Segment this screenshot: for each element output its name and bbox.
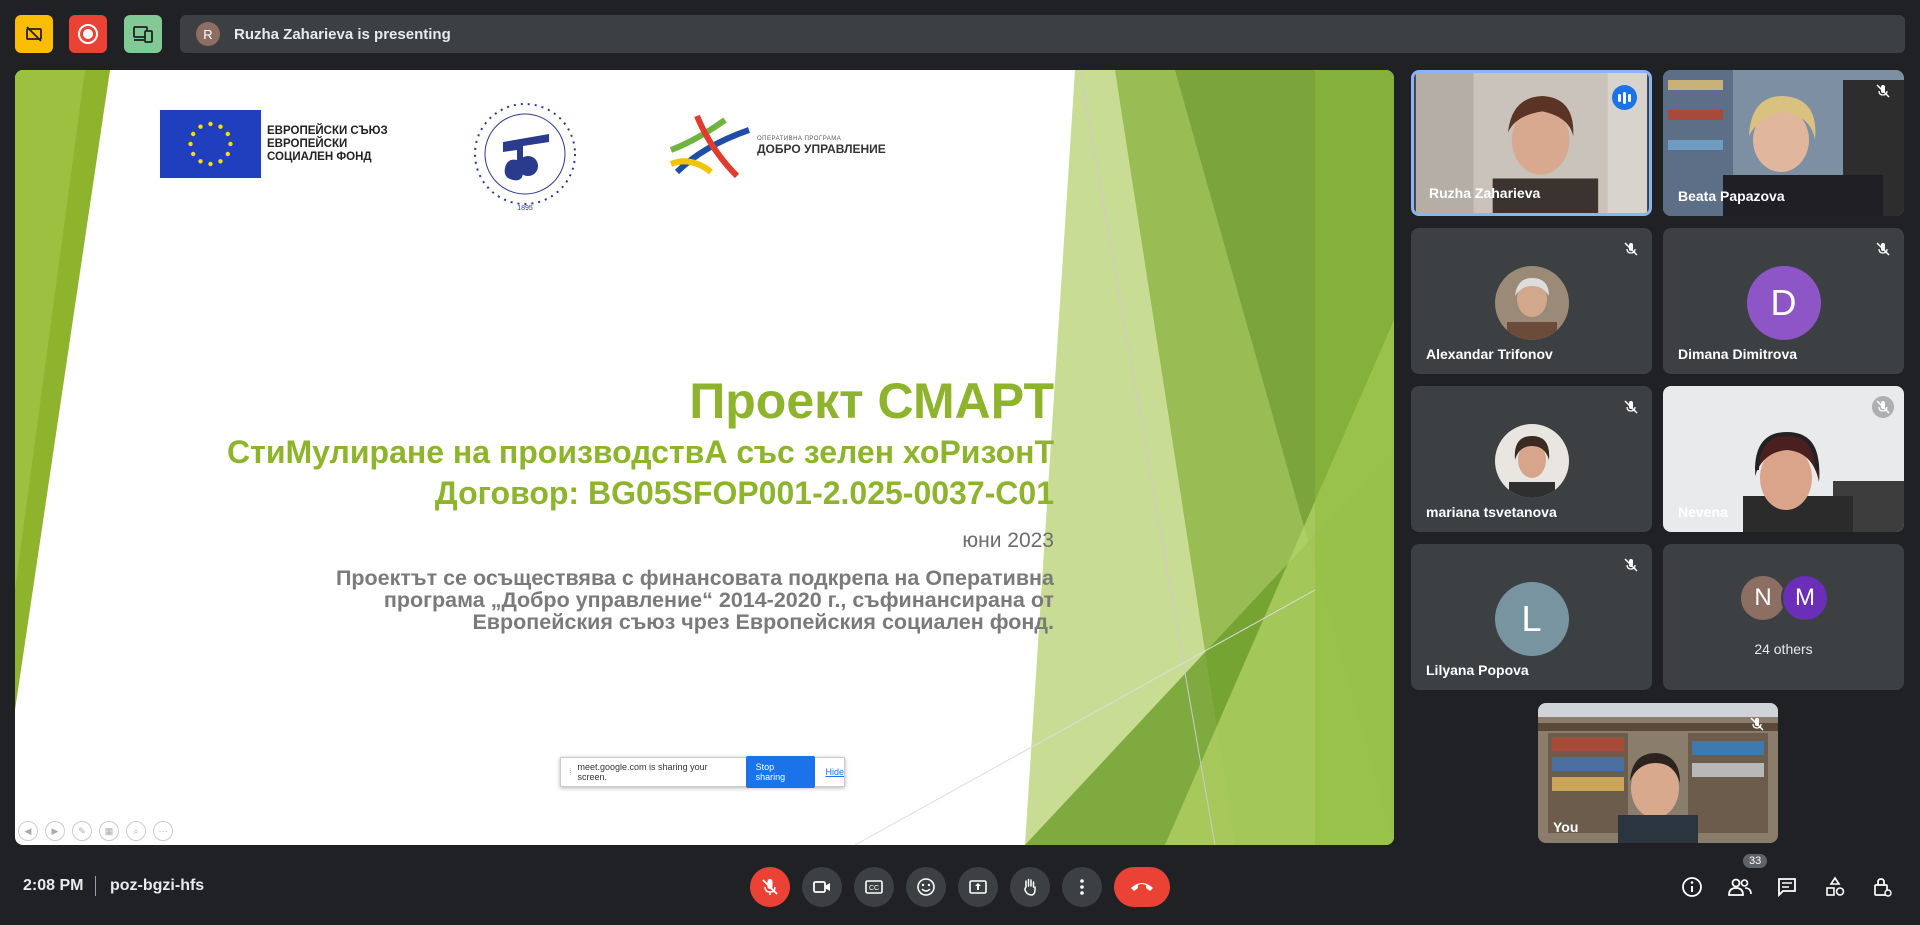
participant-name: Nevena (1678, 504, 1728, 520)
present-button[interactable] (958, 867, 998, 907)
participant-name: mariana tsvetanova (1426, 504, 1557, 520)
slides-grid-icon[interactable]: ▦ (99, 821, 119, 841)
record-icon[interactable] (69, 15, 107, 53)
more-options-button[interactable] (1062, 867, 1102, 907)
participant-tile-dimana[interactable]: D Dimana Dimitrova (1663, 228, 1904, 374)
slide-body-text: Проектът се осъществява с финансовата по… (335, 566, 1054, 634)
slide-title: Проект СМАРТ (689, 373, 1054, 429)
participant-tile-ruzha[interactable]: Ruzha Zaharieva (1411, 70, 1652, 216)
mic-off-icon (1872, 238, 1894, 260)
meeting-code: poz-bgzi-hfs (110, 877, 205, 894)
bottom-bar: 2:08 PM poz-bgzi-hfs CC 33 (0, 850, 1920, 925)
self-view-tile[interactable]: You (1538, 703, 1778, 843)
companion-icon[interactable] (124, 15, 162, 53)
clock: 2:08 PM (23, 877, 84, 894)
presenting-text: Ruzha Zaharieva is presenting (234, 25, 451, 43)
slide-date: юни 2023 (962, 529, 1054, 552)
activities-icon (1826, 876, 1845, 896)
people-icon (1728, 878, 1752, 896)
participant-tile-mariana[interactable]: mariana tsvetanova (1411, 386, 1652, 532)
mic-toggle-button[interactable] (750, 867, 790, 907)
share-notice-text: meet.google.com is sharing your screen. (577, 762, 708, 782)
chat-icon (1778, 878, 1796, 898)
mic-off-icon (1620, 396, 1642, 418)
divider (95, 876, 96, 896)
svg-text:CC: CC (869, 885, 879, 892)
eu-logo: ЕВРОПЕЙСКИ СЪЮЗ ЕВРОПЕЙСКИ СОЦИАЛЕН ФОНД (160, 110, 388, 178)
participant-avatar: D (1746, 266, 1821, 340)
mic-off-icon (762, 879, 778, 895)
participant-name: Beata Papazova (1678, 188, 1785, 204)
raise-hand-button[interactable] (1010, 867, 1050, 907)
participant-tile-lilyana[interactable]: L Lilyana Popova (1411, 544, 1652, 690)
people-count-badge: 33 (1743, 854, 1768, 868)
top-bar: R Ruzha Zaharieva is presenting (0, 0, 1920, 66)
presenter-avatar: R (196, 22, 220, 46)
hide-link[interactable]: Hide (825, 767, 844, 777)
emoji-icon (917, 878, 935, 896)
op-logo-big-text: ДОБРО УПРАВЛЕНИЕ (757, 142, 886, 156)
mic-off-icon (1620, 238, 1642, 260)
emoji-button[interactable] (906, 867, 946, 907)
people-button[interactable] (1724, 871, 1756, 903)
shared-screen-slide: ЕВРОПЕЙСКИ СЪЮЗ ЕВРОПЕЙСКИ СОЦИАЛЕН ФОНД… (15, 70, 1394, 845)
slide-more-icon[interactable]: ⋯ (153, 821, 173, 841)
seal-year: 1895 (517, 205, 533, 212)
meeting-info-button[interactable] (1676, 871, 1708, 903)
leave-call-button[interactable] (1114, 867, 1170, 907)
other-avatar: M (1781, 574, 1829, 622)
host-controls-button[interactable] (1866, 871, 1898, 903)
activities-button[interactable] (1819, 871, 1851, 903)
good-governance-logo: ОПЕРАТИВНА ПРОГРАМА ДОБРО УПРАВЛЕНИЕ (667, 110, 886, 182)
pen-icon[interactable]: ✎ (72, 821, 92, 841)
captions-button[interactable]: CC (854, 867, 894, 907)
eu-logo-text: ЕВРОПЕЙСКИ СЪЮЗ ЕВРОПЕЙСКИ СОЦИАЛЕН ФОНД (267, 124, 388, 163)
mic-off-icon (1872, 80, 1894, 102)
raise-hand-icon (1024, 878, 1036, 896)
others-label: 24 others (1754, 641, 1813, 657)
mic-off-icon (1872, 396, 1894, 418)
slide-subtitle: СтиМулиране на производствА със зелен хо… (227, 434, 1054, 470)
eu-flag-icon (160, 110, 261, 178)
screen-share-notice: ⁞ meet.google.com is sharing your screen… (560, 756, 845, 788)
drag-grip-icon[interactable]: ⁞ (569, 767, 572, 777)
present-icon (969, 880, 987, 894)
participant-avatar (1494, 424, 1569, 498)
hangup-icon (1131, 883, 1153, 891)
participant-avatar: L (1494, 582, 1569, 656)
other-avatar: N (1739, 574, 1787, 622)
participant-tile-nevena[interactable]: Nevena (1663, 386, 1904, 532)
stop-sharing-button[interactable]: Stop sharing (745, 756, 816, 788)
university-seal-logo: 1895 (465, 102, 585, 217)
chat-button[interactable] (1771, 871, 1803, 903)
mic-off-icon (1746, 713, 1768, 735)
mic-off-icon (1620, 554, 1642, 576)
more-icon (1080, 879, 1084, 895)
participant-name: Dimana Dimitrova (1678, 346, 1798, 362)
slide-contract: Договор: BG05SFOP001-2.025-0037-C01 (434, 475, 1054, 511)
host-controls-icon (1874, 878, 1892, 897)
info-icon (1682, 877, 1702, 897)
participant-tile-alexandar[interactable]: Alexandar Trifonov (1411, 228, 1652, 374)
next-slide-icon[interactable]: ▶ (45, 821, 65, 841)
slide-controls: ◀ ▶ ✎ ▦ ⌕ ⋯ (18, 821, 173, 841)
zoom-icon[interactable]: ⌕ (126, 821, 146, 841)
captions-icon: CC (865, 880, 883, 894)
presenting-banner: R Ruzha Zaharieva is presenting (180, 15, 1905, 53)
no-captions-icon[interactable] (15, 15, 53, 53)
participant-name: You (1553, 819, 1579, 835)
speaking-indicator-icon (1612, 85, 1637, 110)
participant-name: Ruzha Zaharieva (1429, 185, 1541, 201)
participant-avatar (1494, 266, 1569, 340)
camera-icon (813, 881, 830, 893)
participant-tile-beata[interactable]: Beata Papazova (1663, 70, 1904, 216)
others-tile[interactable]: N M 24 others (1663, 544, 1904, 690)
others-avatars: N M (1739, 574, 1829, 622)
op-logo-icon (669, 114, 750, 179)
participant-name: Alexandar Trifonov (1426, 346, 1553, 362)
camera-toggle-button[interactable] (802, 867, 842, 907)
prev-slide-icon[interactable]: ◀ (18, 821, 38, 841)
participant-name: Lilyana Popova (1426, 662, 1529, 678)
